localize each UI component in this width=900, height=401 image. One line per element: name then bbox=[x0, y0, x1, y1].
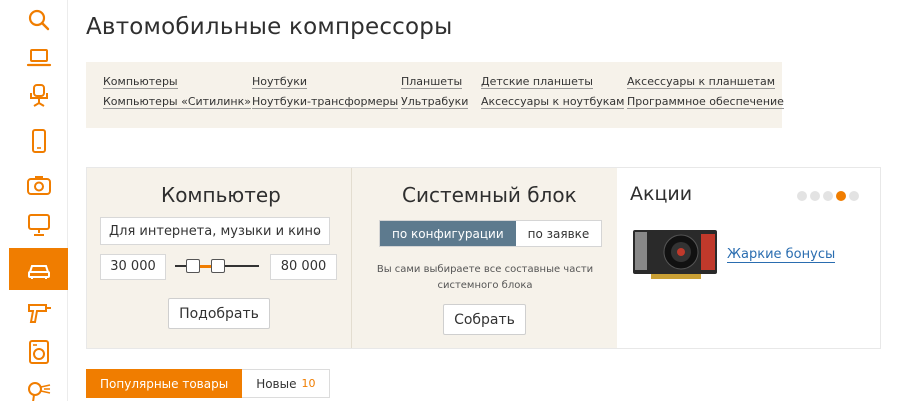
category-sidebar bbox=[0, 0, 68, 401]
subcategory-link[interactable]: Аксессуары к ноутбукам bbox=[481, 95, 625, 109]
subcategory-link[interactable]: Детские планшеты bbox=[481, 75, 593, 89]
sidebar-item-appliances[interactable] bbox=[9, 332, 68, 372]
promo-panel-title: Акции bbox=[630, 183, 693, 205]
subcategory-column: Аксессуары к планшетам Программное обесп… bbox=[627, 75, 784, 109]
sidebar-item-auto[interactable] bbox=[9, 248, 68, 290]
carousel-dots bbox=[797, 191, 859, 201]
tab-by-configuration[interactable]: по конфигурации bbox=[380, 221, 516, 246]
subcategory-column: Компьютеры Компьютеры «Ситилинк» bbox=[103, 75, 251, 109]
tab-by-request[interactable]: по заявке bbox=[515, 221, 602, 246]
carousel-dot[interactable] bbox=[797, 191, 807, 201]
sidebar-item-search[interactable] bbox=[9, 0, 68, 40]
sidebar-item-monitors[interactable] bbox=[9, 205, 68, 245]
laptop-icon bbox=[26, 49, 51, 67]
car-icon bbox=[27, 265, 50, 279]
carousel-dot-active[interactable] bbox=[836, 191, 846, 201]
config-mode-toggle: по конфигурации по заявке bbox=[379, 220, 603, 247]
carousel-dot[interactable] bbox=[810, 191, 820, 201]
smartphone-icon bbox=[31, 129, 46, 153]
price-max-input[interactable]: 80 000 bbox=[270, 254, 337, 280]
subcategory-column: Планшеты Ультрабуки bbox=[401, 75, 469, 109]
system-block-panel: Системный блок по конфигурации по заявке… bbox=[351, 168, 617, 348]
tab-popular-label: Популярные товары bbox=[100, 376, 229, 391]
price-min-input[interactable]: 30 000 bbox=[100, 254, 166, 280]
subcategory-link[interactable]: Ультрабуки bbox=[401, 95, 469, 109]
sidebar-item-cameras[interactable] bbox=[9, 165, 68, 205]
purpose-select-value: Для интернета, музыки и кино bbox=[109, 224, 321, 239]
price-slider-min-handle[interactable] bbox=[186, 259, 200, 273]
page-title: Автомобильные компрессоры bbox=[86, 14, 453, 40]
hair-dryer-icon bbox=[27, 382, 50, 401]
subcategory-link[interactable]: Программное обеспечение bbox=[627, 95, 784, 109]
monitor-icon bbox=[27, 214, 50, 236]
sidebar-item-furniture[interactable] bbox=[9, 76, 68, 116]
drill-icon bbox=[27, 304, 51, 323]
subcategory-box: Компьютеры Компьютеры «Ситилинк» Ноутбук… bbox=[86, 62, 784, 128]
subcategory-link[interactable]: Планшеты bbox=[401, 75, 463, 89]
subcategory-link[interactable]: Компьютеры bbox=[103, 75, 178, 89]
system-block-description: Вы сами выбираете все составные части си… bbox=[376, 264, 594, 291]
subcategory-link[interactable]: Ноутбуки bbox=[252, 75, 308, 89]
tab-new-products[interactable]: Новые 10 bbox=[242, 369, 331, 398]
select-computer-button[interactable]: Подобрать bbox=[168, 298, 270, 329]
office-chair-icon bbox=[29, 84, 48, 107]
subcategory-link[interactable]: Аксессуары к планшетам bbox=[627, 75, 776, 89]
product-tabs: Популярные товары Новые 10 bbox=[86, 369, 331, 398]
tab-new-count: 10 bbox=[301, 377, 316, 390]
washing-machine-icon bbox=[28, 340, 49, 364]
tab-new-label: Новые bbox=[256, 376, 297, 391]
configurator-panels: Компьютер Для интернета, музыки и кино ⌄… bbox=[86, 167, 881, 349]
promo-panel: Акции Жаркие бонусы bbox=[617, 168, 880, 348]
search-icon bbox=[28, 9, 49, 31]
sidebar-item-beauty[interactable] bbox=[9, 372, 68, 401]
subcategory-column: Детские планшеты Аксессуары к ноутбукам bbox=[481, 75, 625, 109]
promo-link-hot-bonuses[interactable]: Жаркие бонусы bbox=[727, 247, 836, 263]
computer-panel-title: Компьютер bbox=[161, 183, 281, 207]
tab-popular-products[interactable]: Популярные товары bbox=[86, 369, 243, 398]
price-slider-max-handle[interactable] bbox=[211, 259, 225, 273]
subcategory-column: Ноутбуки Ноутбуки-трансформеры bbox=[252, 75, 399, 109]
carousel-dot[interactable] bbox=[823, 191, 833, 201]
subcategory-link[interactable]: Ноутбуки-трансформеры bbox=[252, 95, 399, 109]
sidebar-item-smartphones[interactable] bbox=[9, 121, 68, 161]
purpose-select[interactable]: Для интернета, музыки и кино ⌄ bbox=[100, 217, 330, 245]
carousel-dot[interactable] bbox=[849, 191, 859, 201]
camera-icon bbox=[26, 176, 51, 195]
computer-panel: Компьютер Для интернета, музыки и кино ⌄… bbox=[87, 168, 351, 348]
sidebar-item-tools[interactable] bbox=[9, 293, 68, 333]
graphics-card-image[interactable] bbox=[631, 226, 719, 282]
chevron-down-icon: ⌄ bbox=[311, 224, 321, 237]
system-block-panel-title: Системный блок bbox=[402, 183, 577, 207]
subcategory-link[interactable]: Компьютеры «Ситилинк» bbox=[103, 95, 251, 109]
sidebar-item-laptops[interactable] bbox=[9, 38, 68, 78]
build-button[interactable]: Собрать bbox=[443, 304, 526, 335]
